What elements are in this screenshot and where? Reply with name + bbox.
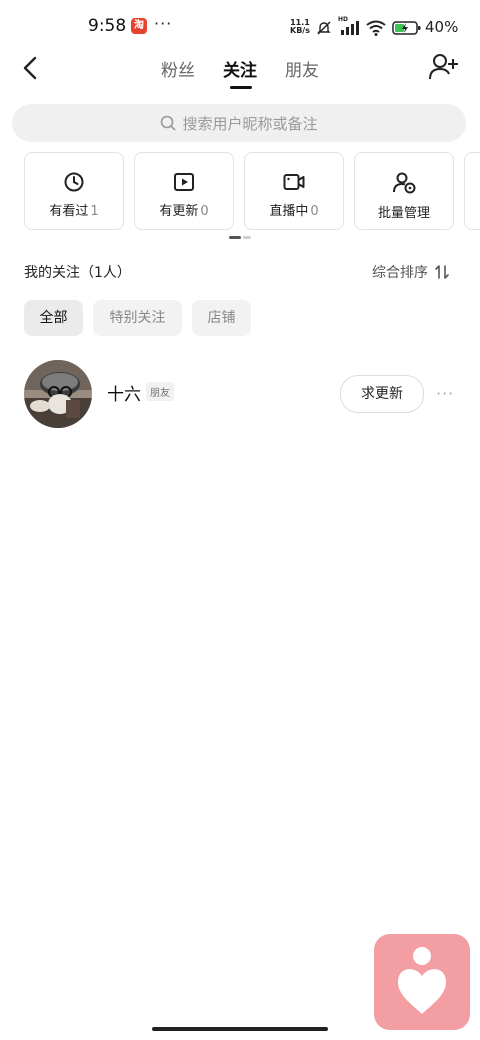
more-options-icon[interactable]: ··· <box>436 384 454 403</box>
tab-following[interactable]: 关注 <box>223 56 257 81</box>
status-icons: HD <box>316 16 422 38</box>
user-name[interactable]: 十六 <box>107 380 141 405</box>
sort-button[interactable]: 综合排序 <box>372 262 450 282</box>
card-watched[interactable]: 有看过 1 <box>24 152 124 230</box>
silent-bell-icon <box>317 21 331 35</box>
battery-charging-icon <box>392 21 421 35</box>
signal-icon: HD <box>338 16 360 36</box>
avatar[interactable] <box>24 360 92 428</box>
video-camera-icon <box>283 174 305 190</box>
search-icon <box>161 115 177 131</box>
filter-special[interactable]: 特别关注 <box>93 300 182 336</box>
back-button[interactable] <box>18 54 46 82</box>
search-placeholder: 搜索用户昵称或备注 <box>182 114 318 133</box>
wifi-icon <box>366 20 386 36</box>
active-tab-indicator <box>230 86 252 89</box>
card-label: 直播中 0 <box>269 204 319 219</box>
card-label: 有更新 0 <box>159 204 209 219</box>
battery-percent: 40% <box>425 18 459 36</box>
filter-shops[interactable]: 店铺 <box>192 300 251 336</box>
tab-fans[interactable]: 粉丝 <box>161 56 195 81</box>
user-settings-icon <box>393 172 416 194</box>
card-batch-manage[interactable]: 批量管理 <box>354 152 454 230</box>
card-label: 批量管理 <box>377 206 430 221</box>
clock-icon <box>64 172 84 192</box>
friend-tag: 朋友 <box>146 382 174 401</box>
quick-filter-cards: 有看过 1 有更新 0 直播中 0 批量管理 <box>24 152 480 230</box>
search-input[interactable]: 搜索用户昵称或备注 <box>12 104 466 142</box>
home-indicator <box>152 1027 328 1031</box>
card-updated[interactable]: 有更新 0 <box>134 152 234 230</box>
filter-all[interactable]: 全部 <box>24 300 83 336</box>
following-count-title: 我的关注（1人） <box>24 265 131 281</box>
app-notification-icon: 淘 <box>131 18 147 34</box>
card-live[interactable]: 直播中 0 <box>244 152 344 230</box>
request-update-button[interactable]: 求更新 <box>340 375 424 413</box>
sort-icon <box>435 265 449 279</box>
network-speed: 11.1 KB/s <box>290 19 310 35</box>
card-label: 有看过 1 <box>49 204 99 219</box>
status-more-icon: ··· <box>154 14 173 33</box>
add-user-icon <box>429 54 458 80</box>
card-pager-indicator <box>229 236 251 239</box>
add-friend-button[interactable] <box>428 52 460 82</box>
status-time: 9:58 <box>88 16 127 36</box>
network-speed-unit: KB/s <box>290 26 310 35</box>
card-partial[interactable] <box>464 152 480 230</box>
sort-label: 综合排序 <box>372 265 428 281</box>
chevron-left-icon <box>23 56 37 80</box>
tab-friends[interactable]: 朋友 <box>285 56 319 81</box>
floating-favorite-button[interactable] <box>374 934 470 1030</box>
heart-person-icon <box>398 947 446 1014</box>
play-icon <box>174 173 194 191</box>
